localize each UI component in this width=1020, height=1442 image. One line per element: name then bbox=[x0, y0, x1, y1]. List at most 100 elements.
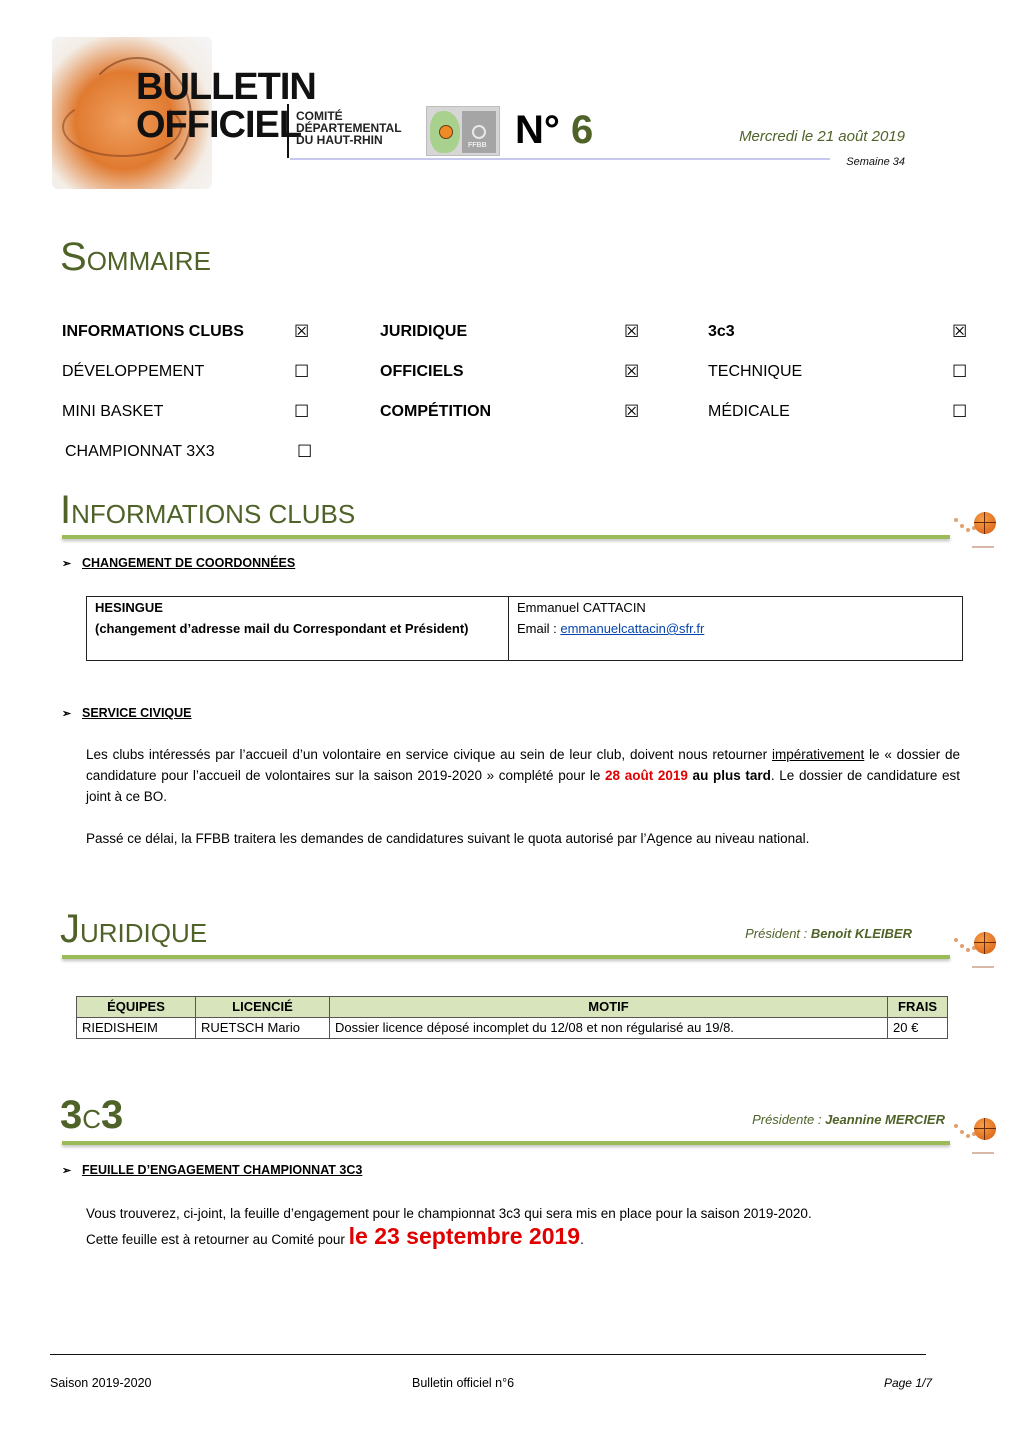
sommaire-item-technique: TECHNIQUE bbox=[708, 363, 803, 380]
sommaire-item-mini-basket: MINI BASKET bbox=[62, 403, 164, 420]
sommaire-item-juridique: JURIDIQUE bbox=[380, 323, 468, 340]
sommaire-title: SOMMAIRE bbox=[60, 237, 211, 278]
section-rule bbox=[62, 535, 950, 539]
committee-name: COMITÉ DÉPARTEMENTAL DU HAUT-RHIN bbox=[296, 110, 402, 146]
footer-bulletin-number: Bulletin officiel n°6 bbox=[412, 1376, 515, 1390]
3c3-paragraph-2: Cette feuille est à retourner au Comité … bbox=[86, 1223, 960, 1250]
sommaire-item-developpement: DÉVELOPPEMENT bbox=[62, 363, 205, 380]
feuille-engagement-heading: ➢ FEUILLE D’ENGAGEMENT CHAMPIONNAT 3C3 bbox=[62, 1163, 362, 1177]
checkbox-medicale[interactable]: ☐ bbox=[952, 402, 967, 422]
text-underlined: impérativement bbox=[771, 747, 865, 762]
change-note: (changement d’adresse mail du Correspond… bbox=[95, 621, 469, 636]
president-name: Benoit KLEIBER bbox=[810, 926, 912, 941]
sommaire-item-medicale: MÉDICALE bbox=[708, 403, 790, 420]
informations-clubs-title: INFORMATIONS CLUBS bbox=[60, 490, 356, 531]
president-name: Jeannine MERCIER bbox=[825, 1112, 945, 1127]
table-row: RIEDISHEIM RUETSCH Mario Dossier licence… bbox=[76, 1017, 948, 1039]
email-label: Email : bbox=[517, 621, 561, 636]
checkbox-officiels[interactable]: ☒ bbox=[624, 362, 639, 382]
header-rule bbox=[290, 158, 830, 160]
title-part: 3 bbox=[101, 1093, 124, 1137]
president-label: Président : bbox=[745, 926, 811, 941]
basketball-icon bbox=[950, 512, 1010, 552]
arrow-bullet-icon: ➢ bbox=[62, 1165, 72, 1177]
cell-frais: 20 € bbox=[887, 1017, 948, 1039]
title-part: 3 bbox=[60, 1093, 83, 1137]
cell-licencie: RUETSCH Mario bbox=[195, 1017, 330, 1039]
3c3-president: Présidente : Jeannine MERCIER bbox=[600, 1112, 945, 1127]
title-line-1: BULLETIN bbox=[136, 66, 317, 108]
coordonnees-table: HESINGUE (changement d’adresse mail du C… bbox=[86, 596, 963, 661]
checkbox-competition[interactable]: ☒ bbox=[624, 402, 639, 422]
issue-number: N° 6 bbox=[515, 108, 593, 152]
title-rest: OMMAIRE bbox=[86, 246, 211, 276]
section-rule bbox=[62, 1141, 950, 1145]
3c3-title: 3C3 bbox=[60, 1095, 123, 1136]
checkbox-juridique[interactable]: ☒ bbox=[624, 322, 639, 342]
heading-text: SERVICE CIVIQUE bbox=[82, 706, 192, 720]
deadline-highlight: 28 août 2019 bbox=[605, 768, 688, 783]
header-frais: FRAIS bbox=[887, 996, 948, 1018]
arrow-bullet-icon: ➢ bbox=[62, 558, 72, 570]
title-cap: S bbox=[60, 235, 87, 279]
checkbox-championnat-3x3[interactable]: ☐ bbox=[297, 442, 312, 462]
contact-name: Emmanuel CATTACIN bbox=[517, 600, 646, 615]
cell-equipe: RIEDISHEIM bbox=[76, 1017, 196, 1039]
sommaire-item-officiels: OFFICIELS bbox=[380, 363, 464, 380]
heading-text: FEUILLE D’ENGAGEMENT CHAMPIONNAT 3C3 bbox=[82, 1163, 363, 1177]
email-link[interactable]: emmanuelcattacin@sfr.fr bbox=[560, 621, 704, 636]
heading-text: CHANGEMENT DE COORDONNÉES bbox=[82, 556, 296, 570]
section-rule bbox=[62, 955, 950, 959]
checkbox-informations-clubs[interactable]: ☒ bbox=[294, 322, 309, 342]
changement-coordonnees-heading: ➢ CHANGEMENT DE COORDONNÉES bbox=[62, 556, 295, 570]
header-divider bbox=[287, 104, 289, 158]
juridique-title: JURIDIQUE bbox=[60, 909, 208, 950]
text: Les clubs intéressés par l’accueil d’un … bbox=[86, 747, 772, 762]
table-row: HESINGUE (changement d’adresse mail du C… bbox=[86, 596, 963, 661]
issue-date: Mercredi le 21 août 2019 bbox=[739, 128, 905, 145]
club-name: HESINGUE bbox=[95, 600, 163, 615]
ffbb-logo-label: FFBB bbox=[468, 142, 487, 149]
email-line: Email : emmanuelcattacin@sfr.fr bbox=[517, 618, 954, 639]
service-civique-paragraph-1: Les clubs intéressés par l’accueil d’un … bbox=[86, 744, 960, 807]
header-motif: MOTIF bbox=[329, 996, 888, 1018]
checkbox-technique[interactable]: ☐ bbox=[952, 362, 967, 382]
committee-line-3: DU HAUT-RHIN bbox=[296, 133, 383, 147]
header-licencie: LICENCIÉ bbox=[195, 996, 330, 1018]
basketball-icon bbox=[950, 1118, 1010, 1158]
deadline-highlight: le 23 septembre 2019 bbox=[348, 1223, 581, 1249]
checkbox-3c3[interactable]: ☒ bbox=[952, 322, 967, 342]
issue-prefix: N° bbox=[515, 108, 560, 152]
title-cap: J bbox=[60, 907, 80, 951]
footer-season: Saison 2019-2020 bbox=[50, 1376, 152, 1390]
text: . bbox=[580, 1232, 584, 1247]
title-part: C bbox=[82, 1104, 102, 1134]
juridique-table: ÉQUIPES LICENCIÉ MOTIF FRAIS RIEDISHEIM … bbox=[76, 996, 948, 1039]
contact-cell: Emmanuel CATTACIN Email : emmanuelcattac… bbox=[508, 596, 963, 661]
service-civique-heading: ➢ SERVICE CIVIQUE bbox=[62, 706, 192, 720]
checkbox-mini-basket[interactable]: ☐ bbox=[294, 402, 309, 422]
arrow-bullet-icon: ➢ bbox=[62, 708, 72, 720]
juridique-president: Président : Benoit KLEIBER bbox=[620, 926, 912, 941]
title-cap: I bbox=[60, 488, 72, 532]
header-equipes: ÉQUIPES bbox=[76, 996, 196, 1018]
club-cell: HESINGUE (changement d’adresse mail du C… bbox=[86, 596, 509, 661]
week-number: Semaine 34 bbox=[846, 156, 905, 168]
sommaire-item-competition: COMPÉTITION bbox=[380, 403, 492, 420]
service-civique-paragraph-2: Passé ce délai, la FFBB traitera les dem… bbox=[86, 831, 810, 846]
basketball-icon bbox=[950, 932, 1010, 972]
ffbb-logo: FFBB bbox=[426, 106, 500, 156]
president-label: Présidente : bbox=[752, 1112, 826, 1127]
cell-motif: Dossier licence déposé incomplet du 12/0… bbox=[329, 1017, 888, 1039]
footer-page-number: Page 1/7 bbox=[883, 1376, 932, 1390]
text: Cette feuille est à retourner au Comité … bbox=[86, 1232, 349, 1247]
title-rest: URIDIQUE bbox=[80, 918, 208, 948]
3c3-paragraph-1: Vous trouverez, ci-joint, la feuille d’e… bbox=[86, 1206, 812, 1221]
title-rest: NFORMATIONS CLUBS bbox=[71, 499, 356, 529]
footer-rule bbox=[50, 1354, 926, 1355]
table-header-row: ÉQUIPES LICENCIÉ MOTIF FRAIS bbox=[76, 996, 948, 1018]
sommaire-item-informations-clubs: INFORMATIONS CLUBS bbox=[62, 323, 244, 340]
sommaire-item-championnat-3x3: CHAMPIONNAT 3X3 bbox=[65, 443, 215, 460]
issue-value: 6 bbox=[571, 108, 594, 152]
checkbox-developpement[interactable]: ☐ bbox=[294, 362, 309, 382]
